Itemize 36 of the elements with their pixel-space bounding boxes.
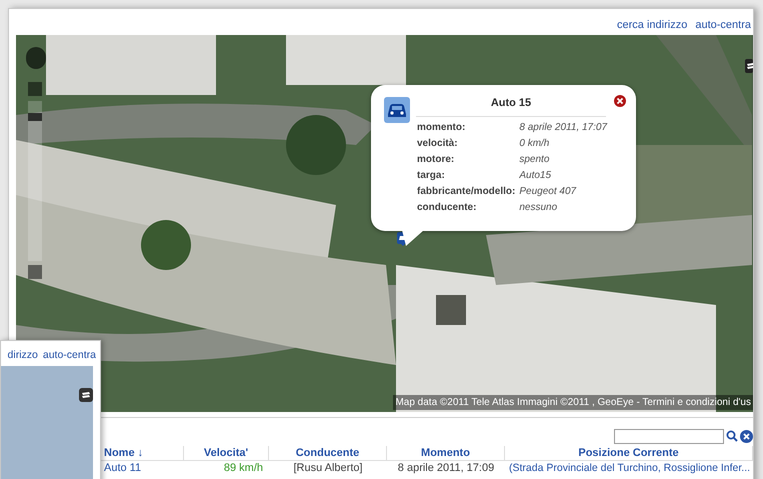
table-cell-text: 8 aprile 2011, 17:09 bbox=[396, 461, 496, 475]
column-header[interactable]: Posizione Corrente bbox=[505, 446, 753, 460]
table-cell-text: [Rusu Alberto] bbox=[292, 461, 364, 475]
popup-title: Auto 15 bbox=[416, 95, 606, 116]
slider-thumb[interactable] bbox=[28, 113, 42, 122]
field-value: 0 km/h bbox=[519, 137, 550, 151]
car-icon bbox=[384, 97, 410, 123]
field-label: conducente: bbox=[417, 201, 478, 215]
column-header[interactable]: Velocita' bbox=[184, 446, 269, 460]
search-field[interactable] bbox=[614, 428, 724, 444]
toolbar-link[interactable]: auto-centra bbox=[42, 348, 96, 364]
field-value: Auto15 bbox=[519, 169, 552, 183]
layers-icon[interactable] bbox=[79, 388, 93, 402]
field-value: nessuno bbox=[519, 201, 558, 215]
layers-icon[interactable] bbox=[745, 59, 753, 73]
field-label: targa: bbox=[417, 169, 446, 183]
field-label: momento: bbox=[417, 121, 466, 135]
close-icon[interactable] bbox=[614, 95, 626, 107]
column-header[interactable]: Conducente bbox=[269, 446, 387, 460]
toolbar-link[interactable]: cerca indirizzo bbox=[617, 16, 688, 33]
popup-tail bbox=[402, 230, 424, 246]
field-value: Peugeot 407 bbox=[519, 185, 578, 199]
field-label: velocità: bbox=[417, 137, 459, 151]
field-label: motore: bbox=[417, 153, 456, 167]
table-cell-text: Auto 11 bbox=[103, 461, 142, 475]
clear-icon[interactable] bbox=[740, 430, 753, 442]
search-icon[interactable] bbox=[726, 430, 738, 442]
zoom-slider[interactable] bbox=[28, 101, 42, 261]
toolbar-link[interactable]: auto-centra bbox=[695, 16, 751, 33]
field-value: spento bbox=[519, 153, 550, 167]
field-label: fabbricante/modello: bbox=[417, 185, 516, 199]
table-cell-text: (Strada Provinciale del Turchino, Rossiglione Infer... bbox=[508, 461, 752, 475]
column-header[interactable]: Momento bbox=[387, 446, 505, 460]
field-value: 8 aprile 2011, 17:07 bbox=[519, 121, 608, 135]
table-cell-text: 89 km/h bbox=[222, 461, 264, 475]
toolbar-link[interactable]: dirizzo bbox=[8, 348, 38, 364]
